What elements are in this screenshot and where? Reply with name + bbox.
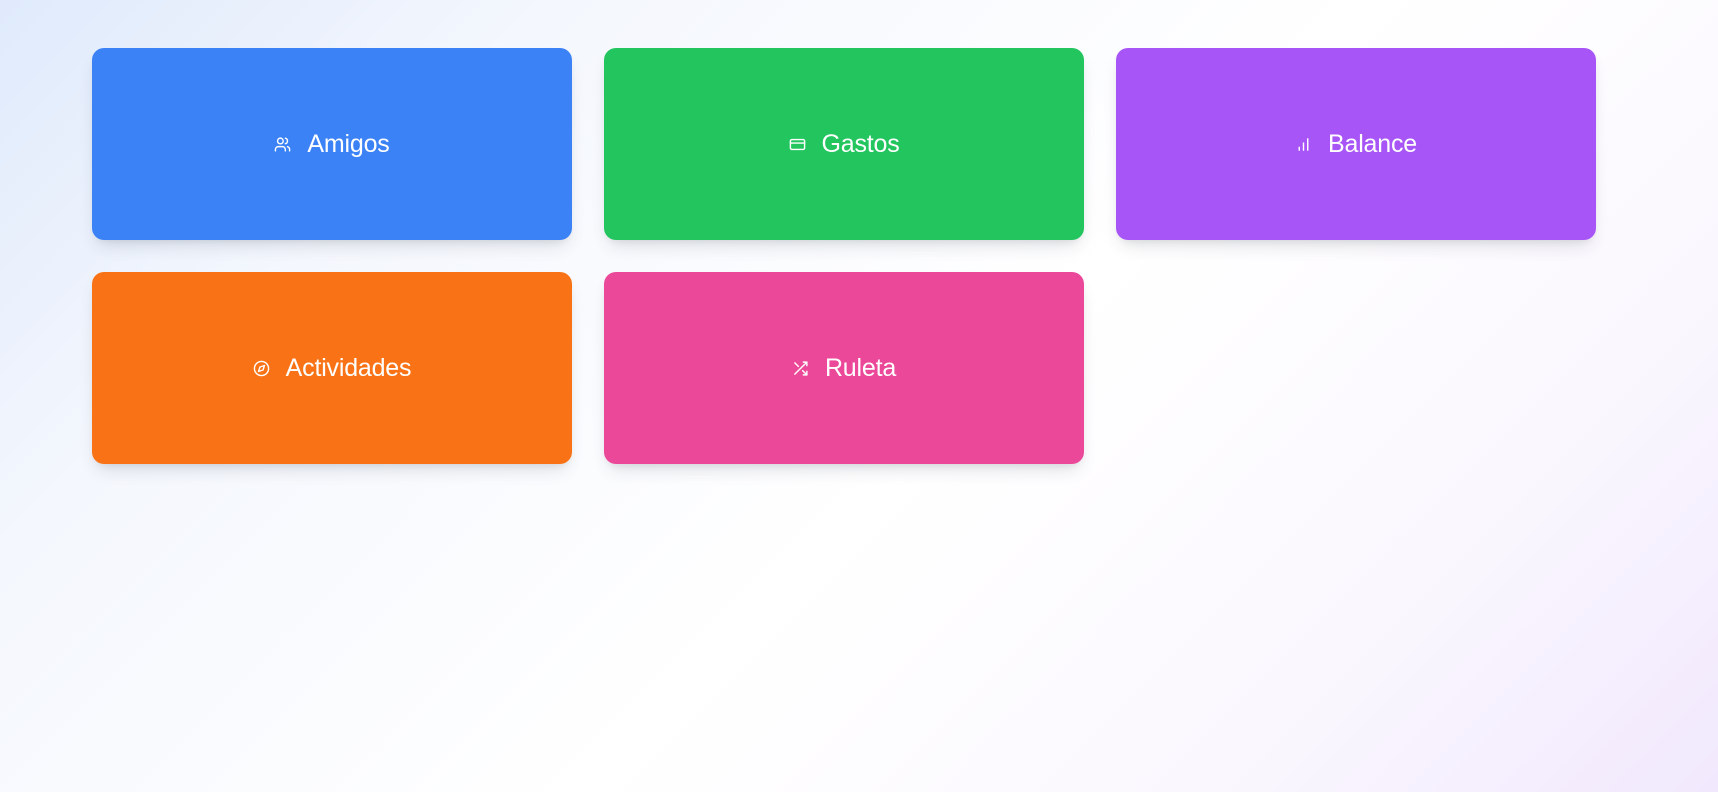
tile-ruleta[interactable]: Ruleta — [604, 272, 1084, 464]
shuffle-icon — [792, 360, 809, 377]
dashboard-grid: Amigos Gastos Balance Actividades Ruleta — [92, 48, 1596, 464]
users-icon — [274, 136, 291, 153]
tile-amigos[interactable]: Amigos — [92, 48, 572, 240]
tile-gastos-label: Gastos — [821, 129, 900, 158]
tile-balance-label: Balance — [1328, 129, 1417, 158]
tile-actividades-label: Actividades — [285, 353, 412, 382]
compass-icon — [253, 360, 270, 377]
tile-amigos-label: Amigos — [307, 129, 390, 158]
credit-card-icon — [789, 136, 806, 153]
tile-actividades[interactable]: Actividades — [92, 272, 572, 464]
tile-gastos[interactable]: Gastos — [604, 48, 1084, 240]
tile-balance[interactable]: Balance — [1116, 48, 1596, 240]
bar-chart-icon — [1295, 136, 1312, 153]
tile-ruleta-label: Ruleta — [824, 353, 897, 382]
